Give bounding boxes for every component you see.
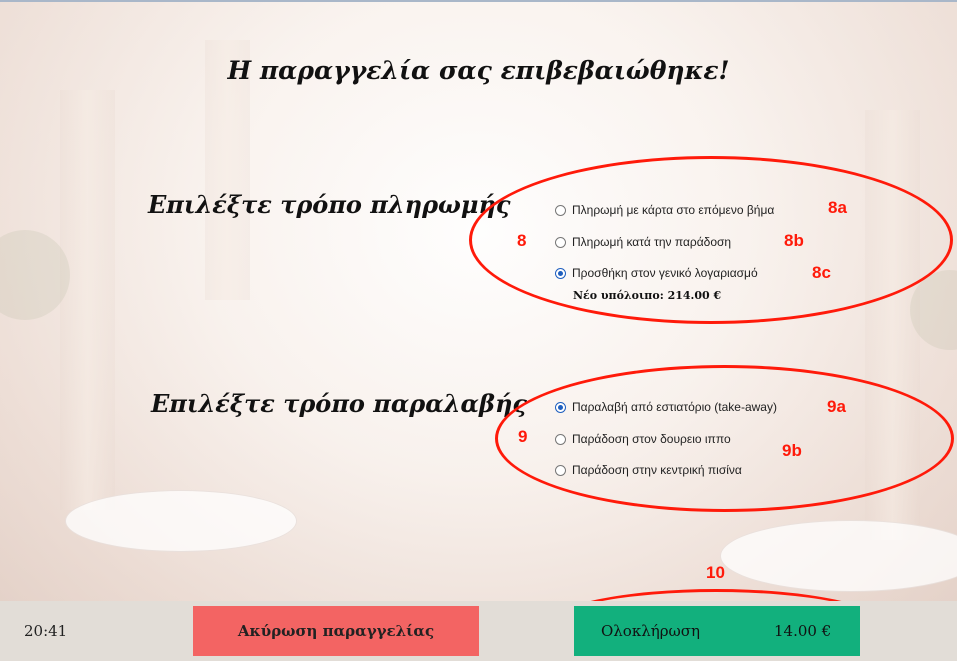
annotation-label: 9 [518, 427, 528, 446]
annotation-label: 8c [812, 263, 831, 282]
complete-label: Ολοκλήρωση [601, 622, 700, 640]
annotation-label: 8b [784, 231, 804, 250]
annotation-label: 8 [517, 231, 527, 250]
delivery-method-label: Επιλέξτε τρόπο παραλαβής [151, 389, 528, 418]
annotation-ellipse-payment [469, 156, 953, 324]
cancel-order-button[interactable]: Ακύρωση παραγγελίας [193, 606, 479, 656]
annotation-label: 8a [828, 198, 847, 217]
background-pillar [60, 90, 115, 510]
annotation-label: 9a [827, 397, 846, 416]
window-top-border [0, 0, 957, 2]
complete-order-button[interactable]: Ολοκλήρωση 14.00 € [574, 606, 860, 656]
annotation-label: 10 [706, 563, 725, 582]
confirmation-title: Η παραγγελία σας επιβεβαιώθηκε! [227, 56, 730, 85]
clock: 20:41 [24, 622, 68, 640]
annotation-label: 9b [782, 441, 802, 460]
order-total: 14.00 € [774, 622, 832, 640]
payment-method-label: Επιλέξτε τρόπο πληρωμής [148, 190, 511, 219]
annotation-ellipse-delivery [495, 365, 954, 512]
background-table [65, 490, 297, 552]
